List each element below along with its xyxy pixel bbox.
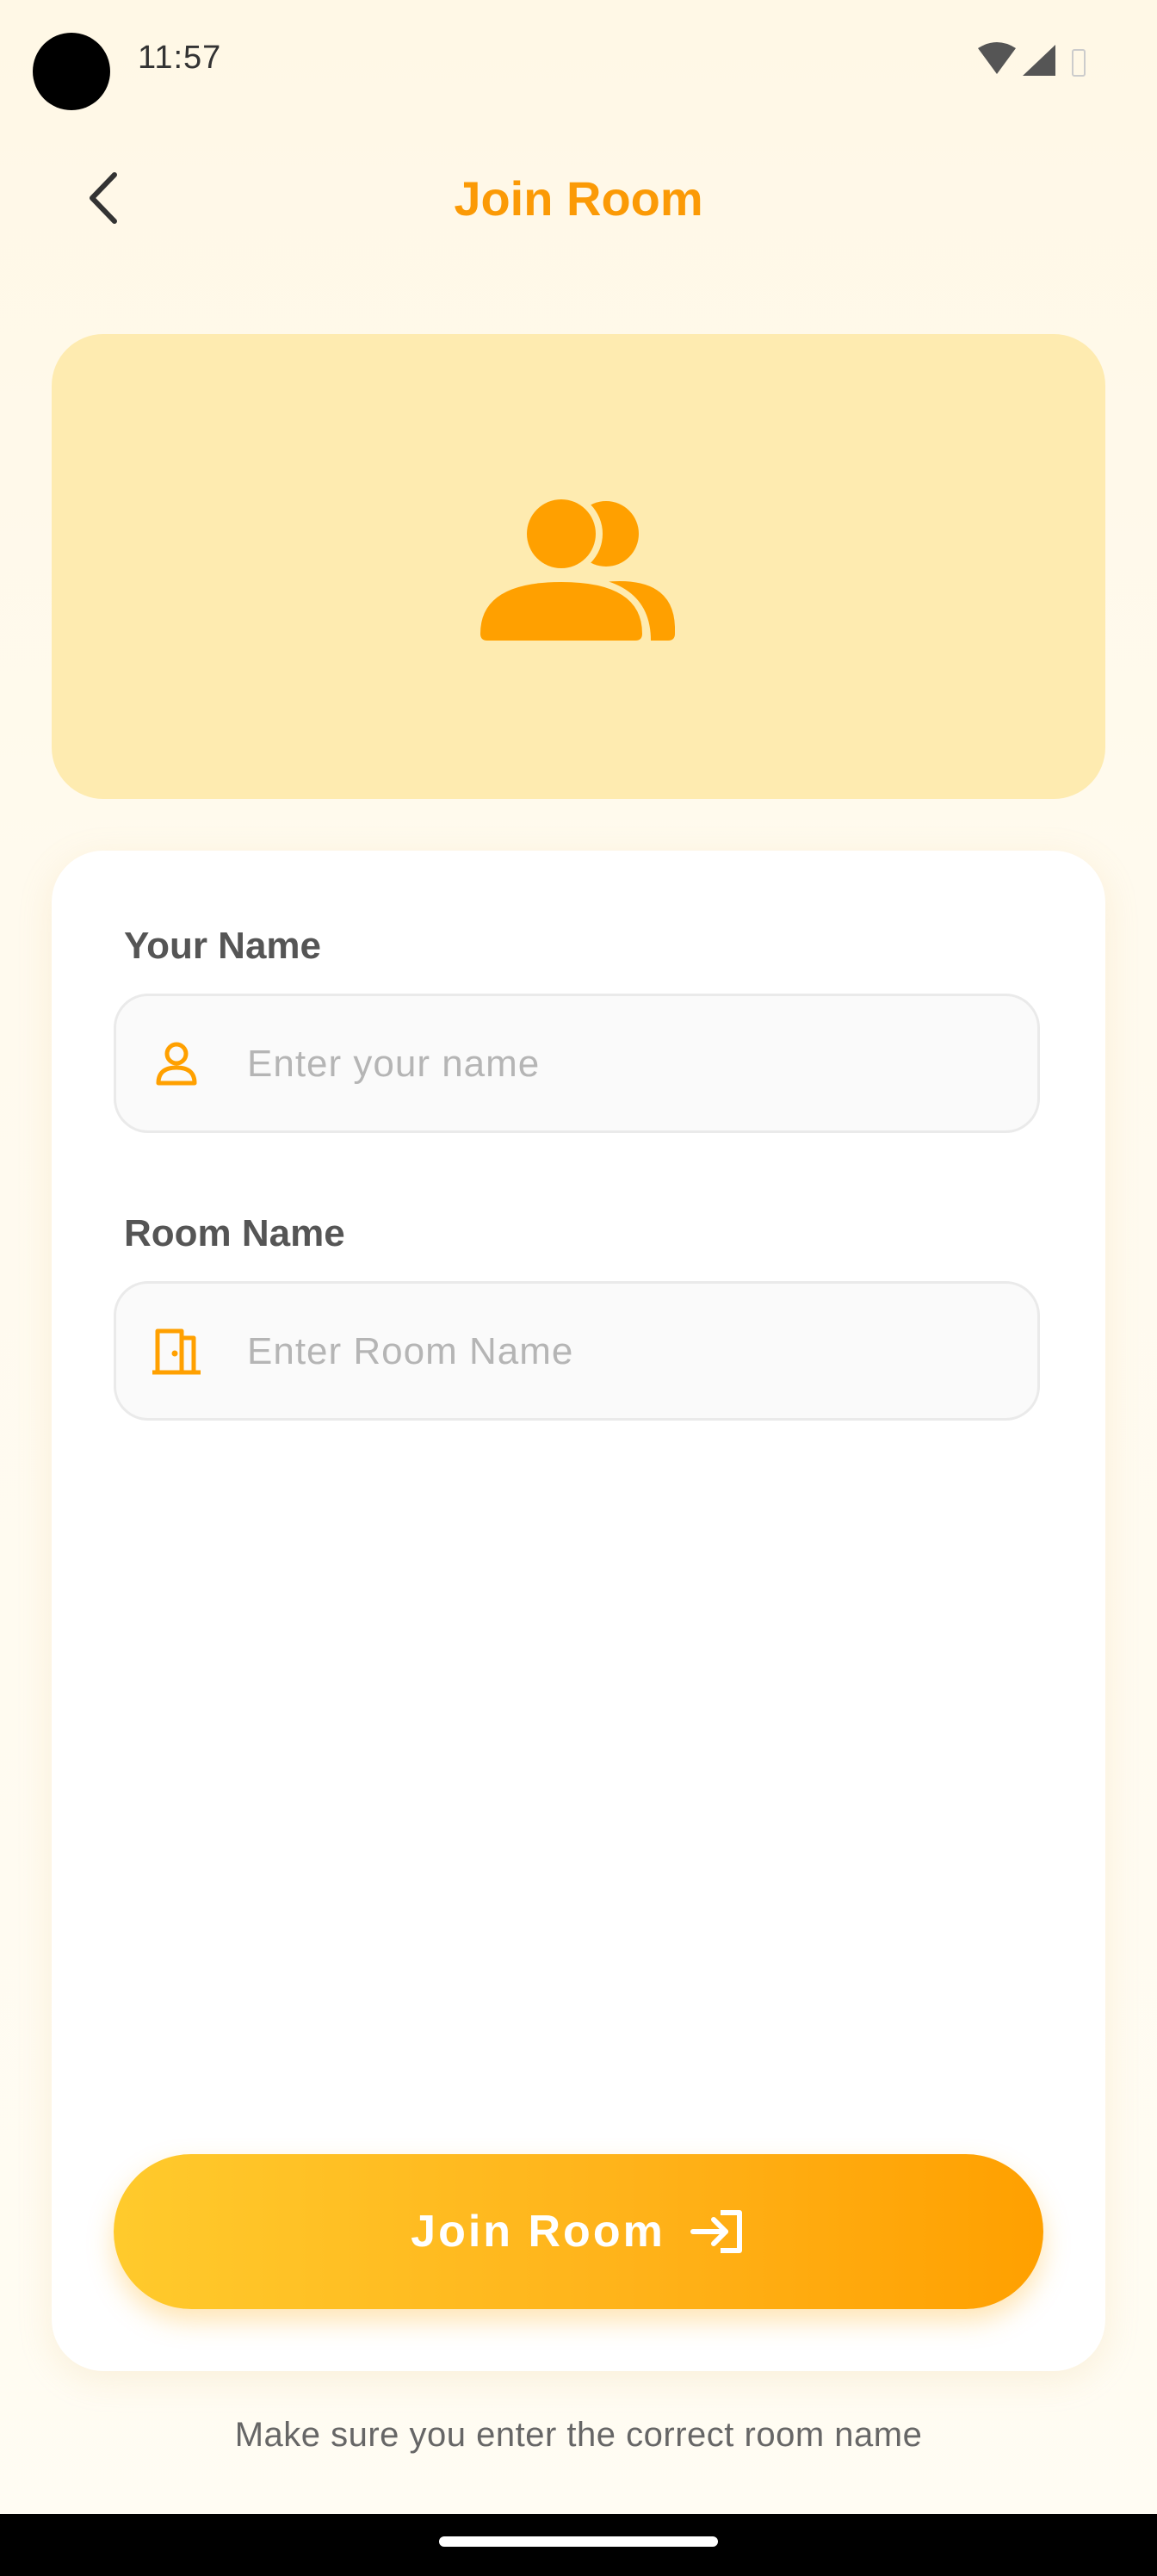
person-icon [151, 1037, 202, 1089]
app-header: Join Room [0, 146, 1157, 258]
name-input[interactable] [245, 996, 1006, 1132]
name-input-container[interactable] [114, 994, 1040, 1133]
room-label: Room Name [124, 1212, 345, 1254]
system-nav-bar [0, 2514, 1157, 2576]
form-card: Your Name Room Name Join Room [52, 851, 1105, 2371]
status-icons [976, 41, 1097, 79]
page-title: Join Room [454, 171, 703, 226]
name-label: Your Name [124, 925, 322, 967]
users-icon [475, 492, 675, 641]
wifi-icon [978, 42, 1086, 77]
join-room-button[interactable]: Join Room [114, 2154, 1043, 2309]
join-room-button-label: Join Room [411, 2207, 665, 2257]
hint-text: Make sure you enter the correct room nam… [234, 2416, 923, 2454]
login-arrow-icon [690, 2210, 742, 2253]
room-input[interactable] [245, 1284, 1006, 1420]
room-input-container[interactable] [114, 1281, 1040, 1421]
home-indicator[interactable] [439, 2536, 718, 2547]
camera-cutout [33, 33, 110, 110]
status-time: 11:57 [138, 40, 222, 76]
door-icon [151, 1325, 202, 1377]
hero-card [52, 334, 1105, 799]
status-bar: 11:57 [0, 0, 1157, 129]
